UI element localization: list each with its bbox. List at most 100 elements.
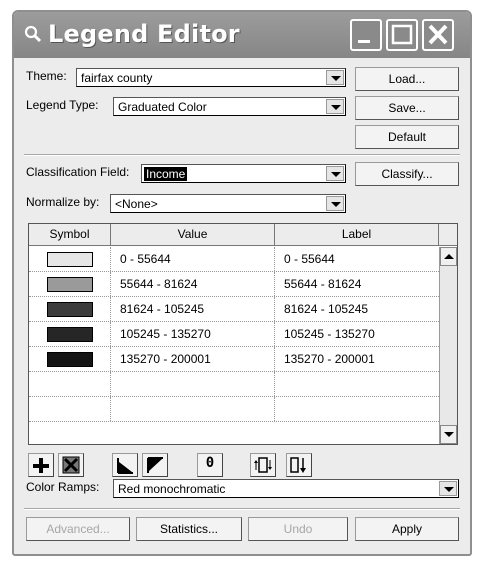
title-bar[interactable]: Legend Editor bbox=[14, 12, 470, 58]
value-cell[interactable] bbox=[111, 397, 275, 421]
normalize-by-select[interactable]: <None> bbox=[110, 194, 346, 213]
label-text: 135270 - 200001 bbox=[284, 352, 375, 366]
color-swatch[interactable] bbox=[47, 327, 93, 342]
value-text: 0 - 55644 bbox=[120, 252, 171, 266]
value-text: 55644 - 81624 bbox=[120, 277, 198, 291]
chevron-down-icon[interactable] bbox=[326, 99, 344, 114]
label-cell[interactable]: 105245 - 135270 bbox=[275, 322, 439, 346]
statistics-button[interactable]: Statistics... bbox=[136, 517, 242, 541]
symbol-cell[interactable] bbox=[29, 372, 111, 396]
value-cell[interactable]: 105245 - 135270 bbox=[111, 322, 275, 346]
default-button[interactable]: Default bbox=[355, 125, 459, 149]
symbol-cell[interactable] bbox=[29, 322, 111, 346]
column-header-label[interactable]: Label bbox=[275, 224, 439, 246]
chevron-down-icon[interactable] bbox=[326, 196, 344, 211]
reverse-order-button[interactable] bbox=[250, 453, 276, 477]
color-ramps-select[interactable]: Red monochromatic bbox=[113, 479, 459, 498]
value-text: 81624 - 105245 bbox=[120, 302, 205, 316]
table-row-empty[interactable] bbox=[29, 397, 439, 422]
symbol-cell[interactable] bbox=[29, 347, 111, 371]
color-swatch[interactable] bbox=[47, 277, 93, 292]
label-text: 55644 - 81624 bbox=[284, 277, 362, 291]
label-cell[interactable]: 55644 - 81624 bbox=[275, 272, 439, 296]
add-class-icon bbox=[33, 458, 49, 473]
value-text: 105245 - 135270 bbox=[120, 327, 211, 341]
classification-field-select[interactable]: Income bbox=[141, 164, 346, 183]
ramp-ascending-button[interactable] bbox=[112, 453, 138, 477]
table-row-empty[interactable] bbox=[29, 372, 439, 397]
maximize-icon bbox=[391, 24, 413, 45]
legend-type-select[interactable]: Graduated Color bbox=[113, 97, 346, 116]
legend-editor-window: Legend Editor Theme: fairfax county Load… bbox=[12, 10, 472, 556]
delete-class-button[interactable] bbox=[58, 453, 84, 477]
label-text: 105245 - 135270 bbox=[284, 327, 375, 341]
minimize-icon bbox=[358, 40, 370, 43]
chevron-down-icon[interactable] bbox=[326, 166, 344, 181]
legend-type-label: Legend Type: bbox=[26, 98, 99, 112]
value-text: 135270 - 200001 bbox=[120, 352, 211, 366]
column-header-value[interactable]: Value bbox=[111, 224, 275, 246]
legend-classes-table[interactable]: Symbol Value Label 0 - 55644 0 - 55644 5… bbox=[28, 223, 458, 445]
sort-button[interactable] bbox=[286, 453, 312, 477]
minimize-button[interactable] bbox=[350, 19, 382, 51]
window-title: Legend Editor bbox=[48, 20, 240, 48]
close-button[interactable] bbox=[422, 19, 454, 51]
symbol-cell[interactable] bbox=[29, 247, 111, 271]
color-swatch[interactable] bbox=[47, 252, 93, 267]
theme-select[interactable]: fairfax county bbox=[76, 68, 346, 87]
magnifier-icon bbox=[24, 25, 42, 43]
ramp-ascending-icon bbox=[117, 458, 133, 474]
vertical-scrollbar[interactable] bbox=[439, 247, 457, 444]
close-icon bbox=[428, 24, 448, 45]
table-row[interactable]: 81624 - 105245 81624 - 105245 bbox=[29, 297, 439, 322]
column-header-symbol[interactable]: Symbol bbox=[29, 224, 111, 246]
advanced-button[interactable]: Advanced... bbox=[26, 517, 130, 541]
chevron-down-icon[interactable] bbox=[439, 481, 457, 496]
label-cell[interactable] bbox=[275, 372, 439, 396]
label-cell[interactable]: 135270 - 200001 bbox=[275, 347, 439, 371]
column-header-spacer bbox=[439, 224, 457, 246]
label-text: 81624 - 105245 bbox=[284, 302, 369, 316]
theme-label: Theme: bbox=[26, 69, 67, 83]
table-row[interactable]: 105245 - 135270 105245 - 135270 bbox=[29, 322, 439, 347]
label-cell[interactable]: 0 - 55644 bbox=[275, 247, 439, 271]
classification-field-value: Income bbox=[144, 167, 188, 181]
value-cell[interactable]: 135270 - 200001 bbox=[111, 347, 275, 371]
divider bbox=[24, 508, 460, 510]
label-text: 0 - 55644 bbox=[284, 252, 335, 266]
normalize-by-label: Normalize by: bbox=[26, 195, 100, 209]
symbol-cell[interactable] bbox=[29, 272, 111, 296]
value-cell[interactable]: 81624 - 105245 bbox=[111, 297, 275, 321]
symbol-cell[interactable] bbox=[29, 297, 111, 321]
color-swatch[interactable] bbox=[47, 302, 93, 317]
symbol-cell[interactable] bbox=[29, 397, 111, 421]
maximize-button[interactable] bbox=[386, 19, 418, 51]
table-row[interactable]: 0 - 55644 0 - 55644 bbox=[29, 247, 439, 272]
scroll-up-button[interactable] bbox=[440, 247, 457, 266]
table-row[interactable]: 55644 - 81624 55644 - 81624 bbox=[29, 272, 439, 297]
sort-icon bbox=[290, 457, 306, 473]
ramp-descending-button[interactable] bbox=[142, 453, 168, 477]
normalize-by-value: <None> bbox=[115, 197, 158, 211]
table-row[interactable]: 135270 - 200001 135270 - 200001 bbox=[29, 347, 439, 372]
zero-button[interactable]: 0 bbox=[197, 453, 223, 477]
load-button[interactable]: Load... bbox=[355, 67, 459, 91]
value-cell[interactable]: 0 - 55644 bbox=[111, 247, 275, 271]
color-swatch[interactable] bbox=[47, 352, 93, 367]
divider bbox=[24, 154, 460, 156]
apply-button[interactable]: Apply bbox=[355, 517, 459, 541]
chevron-down-icon[interactable] bbox=[326, 70, 344, 85]
scroll-down-button[interactable] bbox=[440, 425, 457, 444]
value-cell[interactable] bbox=[111, 372, 275, 396]
legend-type-value: Graduated Color bbox=[118, 100, 207, 114]
undo-button[interactable]: Undo bbox=[248, 517, 348, 541]
color-ramps-label: Color Ramps: bbox=[26, 480, 100, 494]
classify-button[interactable]: Classify... bbox=[355, 162, 459, 186]
value-cell[interactable]: 55644 - 81624 bbox=[111, 272, 275, 296]
save-button[interactable]: Save... bbox=[355, 96, 459, 120]
label-cell[interactable]: 81624 - 105245 bbox=[275, 297, 439, 321]
label-cell[interactable] bbox=[275, 397, 439, 421]
color-ramps-value: Red monochromatic bbox=[118, 482, 226, 496]
add-class-button[interactable] bbox=[28, 453, 54, 477]
ramp-descending-icon bbox=[147, 457, 163, 473]
